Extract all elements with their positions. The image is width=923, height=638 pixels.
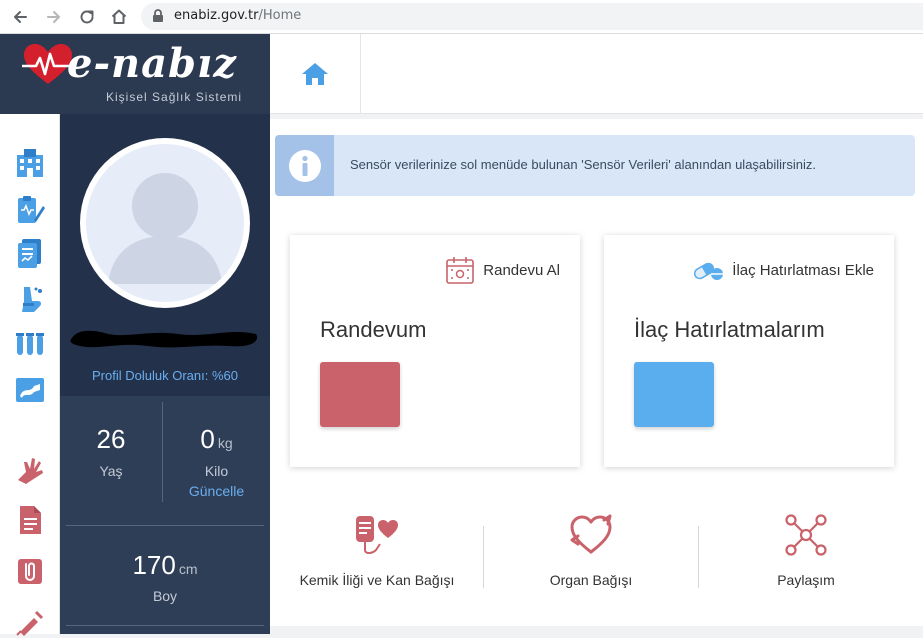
calendar-icon xyxy=(446,257,475,284)
lab-results-icon[interactable] xyxy=(14,237,46,269)
info-message: Sensör verilerinize sol menüde bulunan '… xyxy=(350,157,817,172)
home-icon xyxy=(302,63,328,85)
sharing-label: Paylaşım xyxy=(777,572,835,588)
appointment-card: Randevu Al Randevum xyxy=(290,235,580,467)
radiology-icon[interactable] xyxy=(14,374,46,406)
url-domain: enabiz.gov.tr xyxy=(174,8,259,23)
organ-donation-item[interactable]: Organ Bağışı xyxy=(486,512,696,602)
home-outline-icon xyxy=(111,9,127,24)
height-label: Boy xyxy=(152,588,178,604)
stats-divider-bottom xyxy=(66,625,264,626)
organ-donation-label: Organ Bağışı xyxy=(549,572,633,588)
document-icon[interactable] xyxy=(14,504,46,536)
avatar[interactable] xyxy=(80,138,250,308)
age-value: 26 xyxy=(60,424,162,455)
logo-wordmark: e-nabız xyxy=(67,40,237,87)
redacted-user-name xyxy=(70,330,258,348)
medication-reminders-title: İlaç Hatırlatmalarım xyxy=(634,317,825,342)
blood-donation-label: Kemik İliği ve Kan Bağışı xyxy=(299,572,455,588)
share-network-icon xyxy=(785,514,827,556)
stats-divider-horizontal xyxy=(66,525,264,526)
arrow-right-icon xyxy=(47,11,60,23)
blood-donation-item[interactable]: Kemik İliği ve Kan Bağışı xyxy=(272,512,482,602)
avatar-placeholder xyxy=(86,144,244,302)
hospital-icon[interactable] xyxy=(14,147,46,179)
appointment-tile[interactable] xyxy=(320,362,400,427)
home-button[interactable] xyxy=(107,5,131,29)
browser-toolbar: enabiz.gov.tr/Home xyxy=(0,0,923,34)
address-bar[interactable]: enabiz.gov.tr/Home xyxy=(141,3,923,30)
get-appointment-label: Randevu Al xyxy=(483,261,560,279)
back-button[interactable] xyxy=(8,5,32,29)
weight-unit: kg xyxy=(217,435,233,451)
test-tubes-icon[interactable] xyxy=(14,329,46,361)
arrow-left-icon xyxy=(14,11,27,23)
height-unit: cm xyxy=(178,561,198,577)
reload-button[interactable] xyxy=(75,5,99,29)
lock-icon xyxy=(153,9,163,22)
vaccine-icon[interactable] xyxy=(14,606,46,638)
forward-button[interactable] xyxy=(42,5,66,29)
logo-subtitle: Kişisel Sağlık Sistemi xyxy=(106,90,243,104)
hand-injury-icon[interactable] xyxy=(14,454,46,486)
add-medication-reminder-button[interactable]: İlaç Hatırlatması Ekle xyxy=(692,255,874,285)
weight-update-link[interactable]: Güncelle xyxy=(163,483,270,499)
donation-separator-1 xyxy=(483,526,484,588)
height-value: 170 cm xyxy=(60,550,270,581)
top-header xyxy=(270,34,923,114)
url-text: enabiz.gov.tr/Home xyxy=(174,8,301,23)
user-silhouette-icon xyxy=(108,173,222,284)
pills-icon xyxy=(694,262,724,280)
medication-tile[interactable] xyxy=(634,362,714,427)
get-appointment-button[interactable]: Randevu Al xyxy=(445,255,560,285)
home-nav-button[interactable] xyxy=(270,34,361,114)
profile-completion-text: Profil Doluluk Oranı: %60 xyxy=(92,368,238,383)
weight-number: 0 xyxy=(200,424,215,454)
url-path: /Home xyxy=(258,8,302,23)
info-icon-wrap xyxy=(275,135,334,196)
logo-area[interactable]: e-nabız Kişisel Sağlık Sistemi xyxy=(0,34,270,114)
info-icon xyxy=(288,149,321,182)
medication-card: İlaç Hatırlatması Ekle İlaç Hatırlatmala… xyxy=(604,235,894,467)
icon-sidebar xyxy=(0,114,60,636)
inhaler-icon[interactable] xyxy=(14,283,46,315)
age-label: Yaş xyxy=(99,463,123,479)
main-content: Sensör verilerinize sol menüde bulunan '… xyxy=(270,114,923,634)
weight-label: Kilo xyxy=(204,463,229,479)
weight-value: 0 kg xyxy=(163,424,270,455)
main-bottom-strip xyxy=(270,626,923,634)
blood-donation-icon xyxy=(356,516,398,554)
info-alert: Sensör verilerinize sol menüde bulunan '… xyxy=(275,135,915,196)
profile-stats: 26 Yaş 0 kg Kilo Güncelle 170 cm Boy xyxy=(60,396,270,634)
donation-separator-2 xyxy=(698,526,699,588)
age-number: 26 xyxy=(96,424,126,454)
main-top-strip xyxy=(270,114,923,119)
reload-icon xyxy=(80,10,94,24)
height-number: 170 xyxy=(132,550,176,580)
sharing-item[interactable]: Paylaşım xyxy=(701,512,911,602)
organ-donation-icon xyxy=(570,514,612,554)
attachment-icon[interactable] xyxy=(14,555,46,587)
appointment-title: Randevum xyxy=(320,317,427,342)
medical-report-icon[interactable] xyxy=(14,194,46,226)
profile-panel: Profil Doluluk Oranı: %60 26 Yaş 0 kg Kil… xyxy=(60,114,270,634)
add-medication-reminder-label: İlaç Hatırlatması Ekle xyxy=(732,261,874,279)
